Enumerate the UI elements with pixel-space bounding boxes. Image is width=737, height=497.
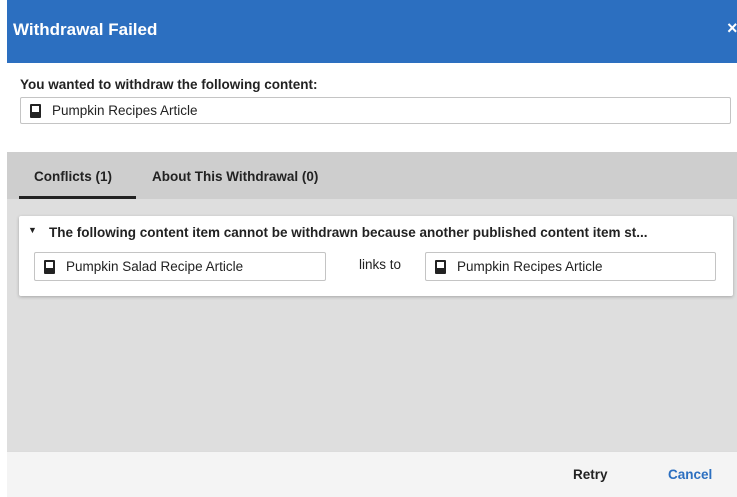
document-icon <box>44 260 55 274</box>
dialog-footer: Retry Cancel <box>7 451 737 497</box>
conflict-target-name: Pumpkin Recipes Article <box>457 259 603 274</box>
tab-conflicts[interactable]: Conflicts (1) <box>34 169 112 184</box>
document-icon <box>30 104 41 118</box>
tab-about-withdrawal[interactable]: About This Withdrawal (0) <box>152 169 318 184</box>
conflict-target-field[interactable]: Pumpkin Recipes Article <box>425 252 716 281</box>
dialog-title: Withdrawal Failed <box>13 20 158 39</box>
conflict-message: The following content item cannot be wit… <box>49 225 648 240</box>
document-icon <box>435 260 446 274</box>
close-icon[interactable]: × <box>727 18 737 38</box>
selected-tab-indicator <box>19 196 136 199</box>
withdraw-prompt: You wanted to withdraw the following con… <box>20 77 318 92</box>
caret-down-icon[interactable]: ▼ <box>28 225 37 235</box>
withdraw-content-field: Pumpkin Recipes Article <box>20 97 731 124</box>
details-panel: Conflicts (1) About This Withdrawal (0) … <box>7 152 737 451</box>
retry-button[interactable]: Retry <box>573 467 608 482</box>
conflict-card: ▼ The following content item cannot be w… <box>19 216 733 296</box>
relation-label: links to <box>359 257 402 272</box>
tab-bar: Conflicts (1) About This Withdrawal (0) <box>7 152 737 199</box>
conflict-source-name: Pumpkin Salad Recipe Article <box>66 259 244 274</box>
content-item-name: Pumpkin Recipes Article <box>52 103 198 118</box>
cancel-button[interactable]: Cancel <box>668 467 712 482</box>
dialog-titlebar: Withdrawal Failed × <box>7 0 737 63</box>
conflict-source-field[interactable]: Pumpkin Salad Recipe Article <box>34 252 326 281</box>
